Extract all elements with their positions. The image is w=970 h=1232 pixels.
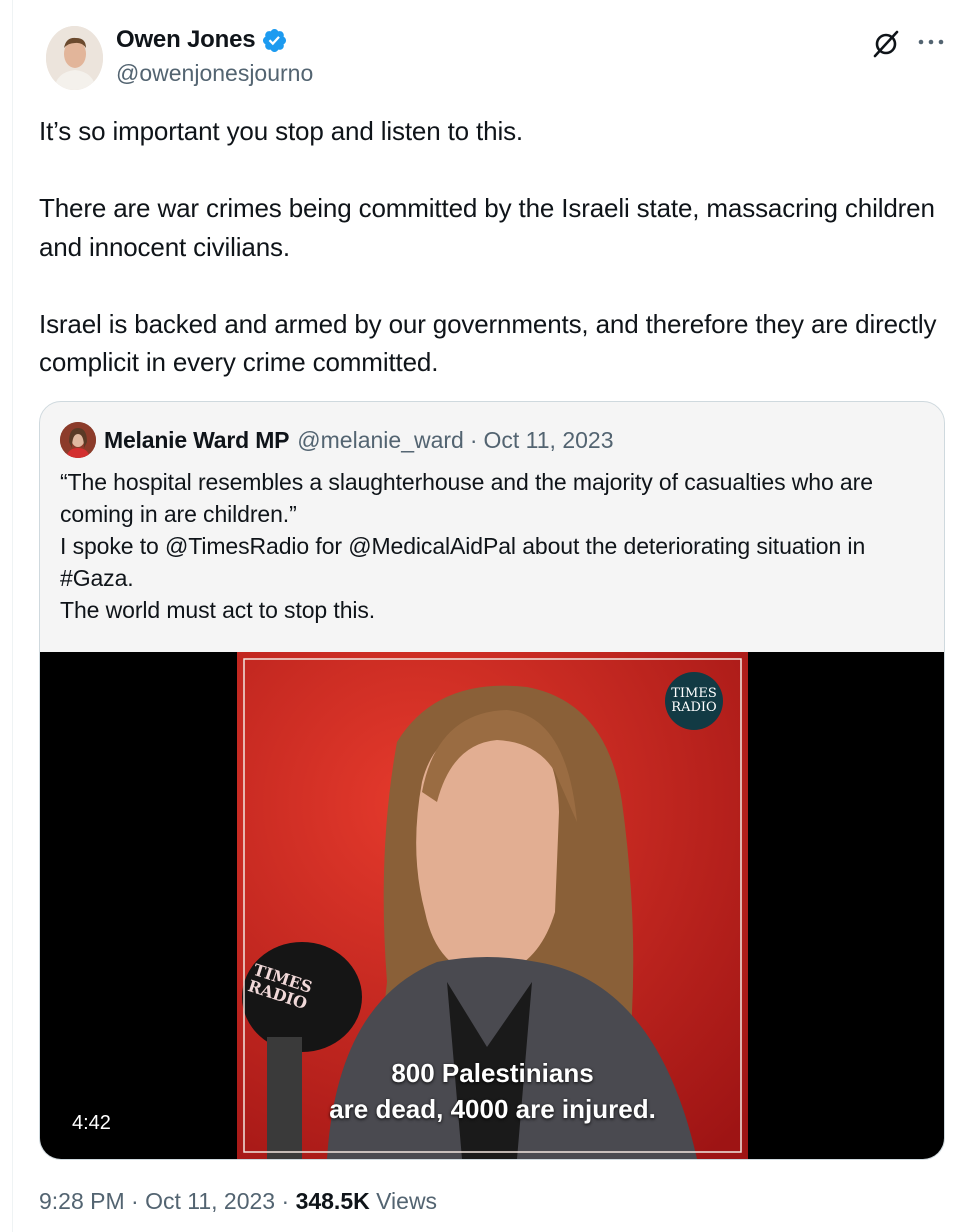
caption-line-2: are dead, 4000 are injured. <box>329 1094 656 1124</box>
quoted-author-avatar[interactable] <box>60 422 96 458</box>
quoted-author-handle[interactable]: @melanie_ward <box>297 427 464 454</box>
video-thumbnail[interactable]: TIMES RADIO TIMES RADIO 800 Palestinians… <box>237 652 748 1159</box>
video-caption: 800 Palestinians are dead, 4000 are inju… <box>237 1055 748 1127</box>
timeline-divider <box>12 0 13 1232</box>
video-duration: 4:42 <box>62 1110 121 1137</box>
tweet-date[interactable]: Oct 11, 2023 <box>145 1188 275 1214</box>
separator-dot: · <box>131 1188 139 1214</box>
author-name-row: Owen Jones <box>116 26 288 54</box>
author-avatar[interactable] <box>46 26 103 90</box>
tweet-time[interactable]: 9:28 PM <box>39 1188 125 1214</box>
quoted-author-name[interactable]: Melanie Ward MP <box>104 427 289 454</box>
times-radio-logo: TIMES RADIO <box>665 672 723 730</box>
video-player[interactable]: TIMES RADIO TIMES RADIO 800 Palestinians… <box>40 652 944 1159</box>
logo-line-1: TIMES <box>671 686 717 701</box>
verified-badge-icon[interactable] <box>261 27 288 54</box>
views-count[interactable]: 348.5K <box>296 1188 370 1214</box>
separator-dot: · <box>281 1188 290 1214</box>
quoted-tweet-header: Melanie Ward MP @melanie_ward · Oct 11, … <box>60 422 614 458</box>
grok-icon[interactable] <box>870 28 902 60</box>
quoted-tweet-text: “The hospital resembles a slaughterhouse… <box>60 469 873 623</box>
author-name[interactable]: Owen Jones <box>116 26 256 54</box>
logo-line-2: RADIO <box>671 700 717 715</box>
quoted-tweet-date[interactable]: Oct 11, 2023 <box>484 427 614 454</box>
author-handle[interactable]: @owenjonesjourno <box>116 60 313 87</box>
tweet-text: It’s so important you stop and listen to… <box>39 116 937 377</box>
more-options-icon[interactable] <box>915 30 947 54</box>
caption-line-1: 800 Palestinians <box>391 1058 594 1088</box>
tweet-meta-footer: 9:28 PM · Oct 11, 2023 · 348.5K Views <box>39 1188 437 1215</box>
views-label: Views <box>376 1188 438 1214</box>
quoted-tweet-card[interactable]: Melanie Ward MP @melanie_ward · Oct 11, … <box>39 401 945 1160</box>
separator-dot: · <box>469 426 478 453</box>
